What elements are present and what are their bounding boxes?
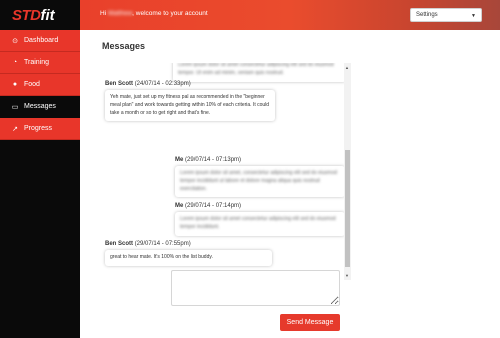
sidebar-item-label: Messages	[24, 103, 56, 110]
message-bubble: Yeh mate, just set up my fitness pal as …	[105, 90, 275, 122]
message-text: Yeh mate, just set up my fitness pal as …	[110, 94, 270, 116]
message-author: Me	[175, 157, 184, 163]
message-date: (29/07/14 - 07:55pm)	[134, 241, 191, 247]
message-text: Lorem ipsum dolor sit amet, consectetur …	[180, 170, 338, 192]
settings-dropdown-label: Settings	[416, 12, 438, 18]
message-bubble: Lorem ipsum dolor sit amet consectetur a…	[175, 212, 345, 236]
message-item: Me (29/07/14 - 07:13pm) Lorem ipsum dolo…	[175, 157, 345, 198]
message-header: Me (29/07/14 - 07:14pm)	[175, 203, 345, 209]
message-text: Lorem ipsum dolor sit amet consectetur a…	[178, 63, 334, 76]
message-author: Me	[175, 203, 184, 209]
reply-textarea[interactable]	[171, 270, 340, 306]
scrollbar-thumb[interactable]	[345, 150, 350, 267]
message-bubble: Lorem ipsum dolor sit amet, consectetur …	[175, 166, 345, 198]
message-header: Me (29/07/14 - 07:13pm)	[175, 157, 345, 163]
apple-icon: ●	[12, 81, 18, 88]
training-icon: ◔	[12, 59, 18, 66]
send-message-button[interactable]: Send Message	[280, 314, 340, 331]
settings-dropdown[interactable]: Settings ▼	[410, 8, 482, 22]
welcome-message: Hi Matthew, welcome to your account	[100, 10, 208, 17]
sidebar-item-training[interactable]: ◔ Training	[0, 52, 80, 74]
message-author: Ben Scott	[105, 241, 134, 247]
greeting-prefix: Hi	[100, 10, 107, 17]
logo[interactable]: STD fit	[0, 0, 80, 30]
logo-fit-text: fit	[40, 6, 55, 24]
sidebar-item-label: Dashboard	[24, 37, 59, 44]
message-author: Ben Scott	[105, 81, 134, 87]
app-root: STD fit ⊙ Dashboard ◔ Training ● Food ▭ …	[0, 0, 500, 338]
sidebar: STD fit ⊙ Dashboard ◔ Training ● Food ▭ …	[0, 0, 80, 338]
chart-icon: ↗	[12, 125, 18, 133]
message-item: Me (29/07/14 - 07:14pm) Lorem ipsum dolo…	[175, 203, 345, 236]
page-title: Messages	[102, 41, 146, 51]
message-bubble: great to hear mate. It's 100% on the lis…	[105, 250, 272, 266]
message-item: Ben Scott (24/07/14 - 02:33pm) Yeh mate,…	[105, 81, 275, 122]
greeting-suffix: , welcome to your account	[132, 10, 208, 17]
logo-std-text: STD	[12, 6, 41, 24]
sidebar-nav: ⊙ Dashboard ◔ Training ● Food ▭ Messages…	[0, 30, 80, 140]
scroll-up-arrow-icon[interactable]: ▲	[345, 65, 349, 70]
dashboard-icon: ⊙	[12, 37, 18, 45]
sidebar-item-label: Progress	[24, 125, 53, 132]
message-text: Lorem ipsum dolor sit amet consectetur a…	[180, 216, 336, 230]
message-list: Lorem ipsum dolor sit amet consectetur a…	[100, 63, 353, 280]
message-header: Ben Scott (24/07/14 - 02:33pm)	[105, 81, 275, 87]
sidebar-item-label: Training	[24, 59, 50, 66]
message-date: (29/07/14 - 07:13pm)	[185, 157, 242, 163]
sidebar-item-dashboard[interactable]: ⊙ Dashboard	[0, 30, 80, 52]
caret-down-icon: ▼	[471, 13, 476, 19]
message-date: (24/07/14 - 02:33pm)	[134, 81, 191, 87]
top-header: Hi Matthew, welcome to your account Sett…	[80, 0, 500, 30]
message-date: (29/07/14 - 07:14pm)	[185, 203, 242, 209]
main-content: Messages Lorem ipsum dolor sit amet cons…	[80, 30, 500, 338]
user-name: Matthew	[107, 10, 133, 17]
sidebar-item-messages[interactable]: ▭ Messages	[0, 96, 80, 118]
sidebar-item-label: Food	[24, 81, 40, 88]
sidebar-item-food[interactable]: ● Food	[0, 74, 80, 96]
message-header: Ben Scott (29/07/14 - 07:55pm)	[105, 241, 272, 247]
message-text: great to hear mate. It's 100% on the lis…	[110, 254, 213, 260]
message-bubble: Lorem ipsum dolor sit amet consectetur a…	[173, 63, 346, 82]
sidebar-item-progress[interactable]: ↗ Progress	[0, 118, 80, 140]
message-item: Ben Scott (29/07/14 - 07:55pm) great to …	[105, 241, 272, 266]
message-item: Lorem ipsum dolor sit amet consectetur a…	[173, 63, 346, 82]
scroll-down-arrow-icon[interactable]: ▼	[345, 273, 349, 278]
message-list-scrollbar[interactable]: ▲ ▼	[344, 63, 351, 280]
messages-icon: ▭	[11, 103, 19, 111]
